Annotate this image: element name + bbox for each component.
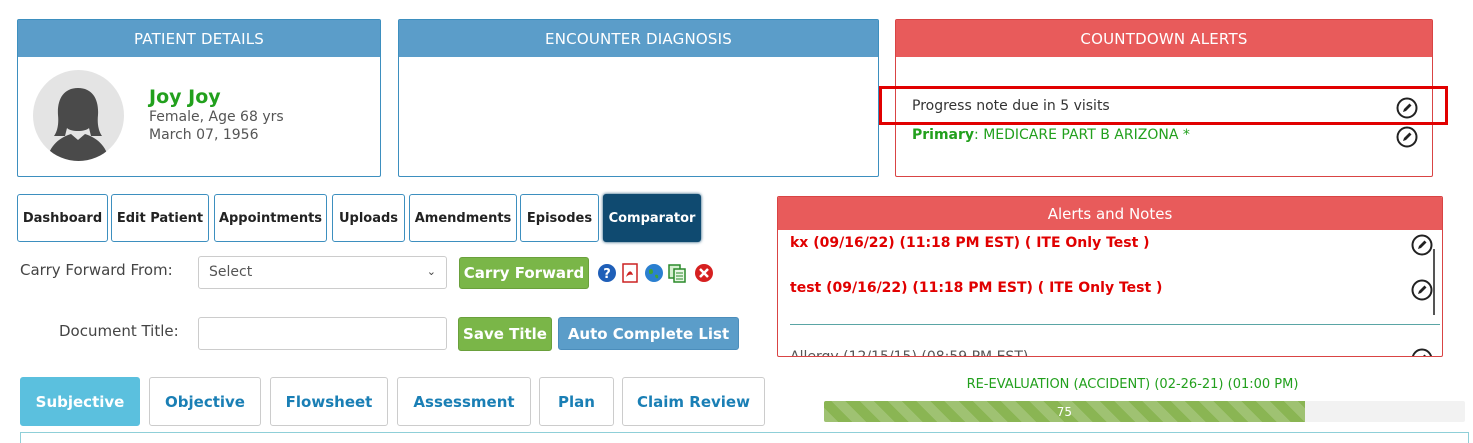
episode-label: RE-EVALUATION (ACCIDENT) (02-26-21) (01:…: [966, 377, 1299, 392]
primary-label: Primary: [912, 127, 975, 143]
edit-alert-icon[interactable]: [1411, 234, 1433, 256]
tab-amendments[interactable]: Amendments: [409, 194, 517, 242]
save-title-button[interactable]: Save Title: [458, 317, 552, 351]
tab-dashboard[interactable]: Dashboard: [17, 194, 108, 242]
primary-value: : MEDICARE PART B ARIZONA *: [974, 127, 1190, 143]
carry-forward-select-value: Select: [209, 264, 253, 280]
tab-objective[interactable]: Objective: [149, 377, 261, 426]
edit-alert-icon[interactable]: [1411, 279, 1433, 301]
countdown-alerts-title: COUNTDOWN ALERTS: [896, 20, 1432, 57]
edit-alert-icon[interactable]: [1411, 348, 1433, 356]
pdf-icon[interactable]: [620, 263, 640, 283]
svg-text:?: ?: [603, 267, 611, 282]
patient-name[interactable]: Joy Joy: [149, 86, 221, 108]
carry-forward-label: Carry Forward From:: [20, 261, 173, 279]
alerts-scrollbar[interactable]: [1433, 249, 1435, 315]
patient-dob: March 07, 1956: [149, 127, 259, 143]
tab-comparator[interactable]: Comparator: [603, 194, 701, 242]
female-avatar-icon: [47, 88, 109, 161]
copy-icon[interactable]: [667, 263, 687, 283]
alerts-and-notes-title: Alerts and Notes: [778, 197, 1442, 230]
chevron-down-icon: ⌄: [426, 265, 436, 278]
tab-flowsheet[interactable]: Flowsheet: [270, 377, 388, 426]
close-icon[interactable]: [694, 263, 714, 283]
tab-subjective[interactable]: Subjective: [20, 377, 140, 426]
tab-claim-review[interactable]: Claim Review: [622, 377, 765, 426]
tab-plan[interactable]: Plan: [539, 377, 614, 426]
document-title-input[interactable]: [198, 317, 447, 350]
edit-primary-insurance-icon[interactable]: [1396, 126, 1418, 148]
highlight-annotation: [879, 86, 1448, 125]
primary-insurance: Primary: MEDICARE PART B ARIZONA *: [912, 127, 1190, 143]
alerts-divider: [790, 324, 1440, 325]
avatar: [33, 70, 124, 161]
patient-demographics: Female, Age 68 yrs: [149, 109, 284, 125]
patient-details-panel: PATIENT DETAILS Joy Joy Female, Age 68 y…: [17, 19, 381, 177]
patient-details-title: PATIENT DETAILS: [18, 20, 380, 57]
episode-progress-fill: 75: [824, 401, 1305, 422]
episode-progress-bar: 75: [824, 401, 1465, 422]
auto-complete-list-button[interactable]: Auto Complete List: [558, 317, 739, 350]
content-panel-edge: [20, 432, 1469, 443]
tab-episodes[interactable]: Episodes: [520, 194, 599, 242]
encounter-diagnosis-panel: ENCOUNTER DIAGNOSIS: [398, 19, 879, 177]
globe-icon[interactable]: [644, 263, 664, 283]
alert-item: kx (09/16/22) (11:18 PM EST) ( ITE Only …: [790, 235, 1150, 251]
tab-assessment[interactable]: Assessment: [397, 377, 531, 426]
carry-forward-button[interactable]: Carry Forward: [459, 257, 589, 289]
tab-uploads[interactable]: Uploads: [332, 194, 405, 242]
carry-forward-select[interactable]: Select ⌄: [198, 256, 447, 289]
alert-item-partial: Allergy (12/15/15) (08:59 PM EST): [790, 349, 1029, 357]
encounter-diagnosis-title: ENCOUNTER DIAGNOSIS: [399, 20, 878, 57]
help-icon[interactable]: ?: [597, 263, 617, 283]
tab-edit-patient[interactable]: Edit Patient: [111, 194, 209, 242]
alert-item: test (09/16/22) (11:18 PM EST) ( ITE Onl…: [790, 280, 1163, 296]
document-title-label: Document Title:: [59, 322, 179, 340]
alerts-and-notes-panel: Alerts and Notes kx (09/16/22) (11:18 PM…: [777, 196, 1443, 357]
tab-appointments[interactable]: Appointments: [214, 194, 327, 242]
